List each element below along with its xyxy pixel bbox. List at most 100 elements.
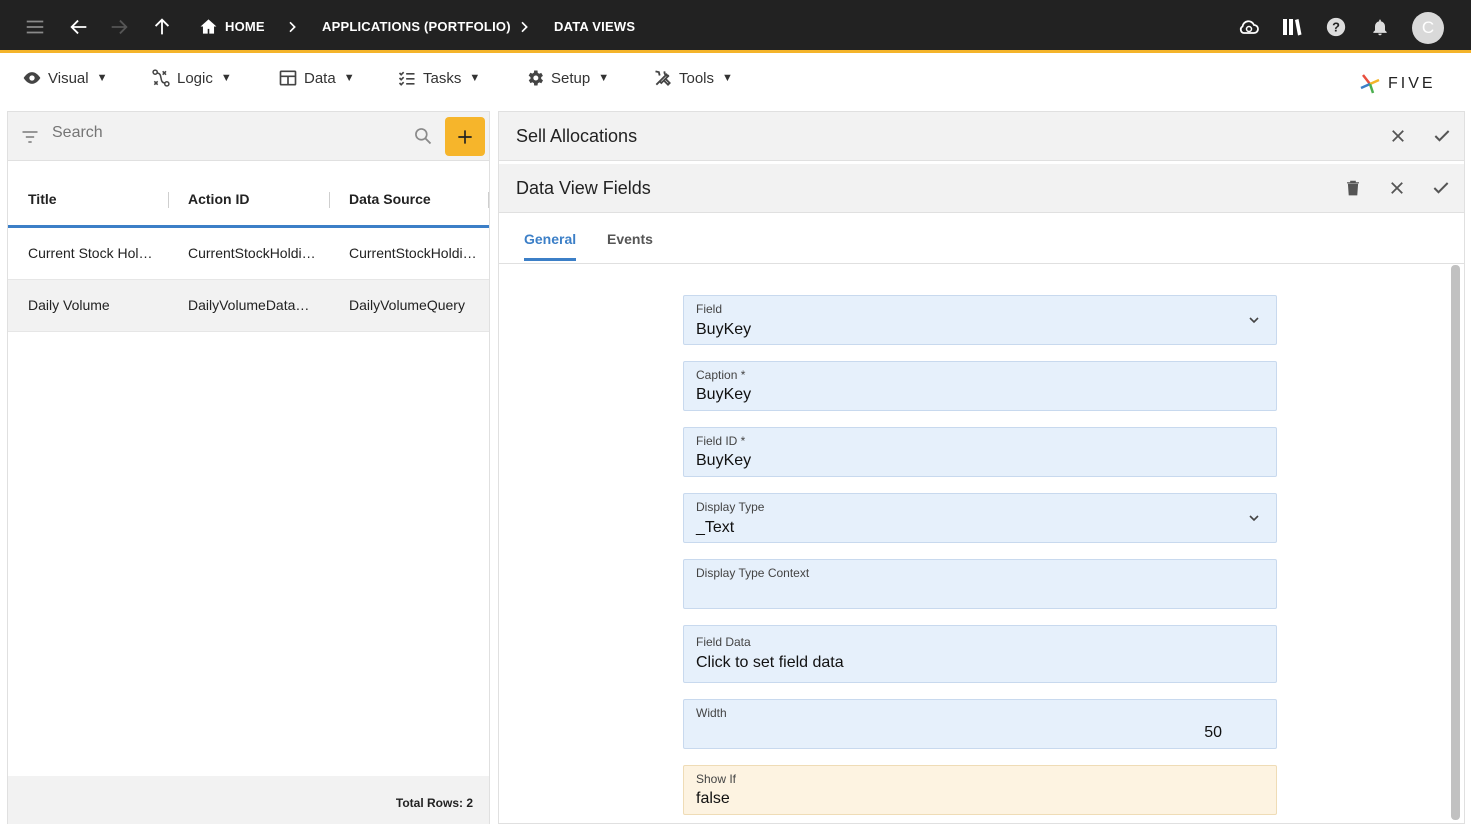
delete-icon[interactable] <box>1342 177 1364 199</box>
field-id-field[interactable]: Field ID * BuyKey <box>683 427 1277 477</box>
chevron-down-icon[interactable] <box>1246 312 1262 328</box>
search-icon[interactable] <box>413 126 433 146</box>
show-if-field[interactable]: Show If false <box>683 765 1277 815</box>
tools-icon <box>655 70 671 86</box>
logic-icon <box>152 69 170 87</box>
breadcrumb-data-views[interactable]: DATA VIEWS <box>554 0 635 53</box>
up-arrow-icon[interactable] <box>151 0 173 53</box>
add-record-button[interactable] <box>445 117 485 156</box>
menu-data[interactable]: Data ▼ <box>278 62 355 94</box>
library-icon[interactable] <box>1280 0 1304 53</box>
five-logo-text: FIVE <box>1388 75 1436 92</box>
display-type-context-field[interactable]: Display Type Context <box>683 559 1277 609</box>
caret-down-icon: ▼ <box>469 72 481 84</box>
breadcrumb-applications[interactable]: APPLICATIONS (PORTFOLIO) <box>322 0 511 53</box>
hamburger-menu-icon[interactable] <box>24 0 46 53</box>
caret-down-icon: ▼ <box>220 72 232 84</box>
cell-action-id: DailyVolumeDataView <box>188 297 318 313</box>
width-field[interactable]: Width 50 <box>683 699 1277 749</box>
check-icon[interactable] <box>1431 125 1453 147</box>
display-type-value: _Text <box>696 519 735 536</box>
cell-data-source: CurrentStockHoldings <box>349 245 479 261</box>
list-row[interactable]: Daily Volume DailyVolumeDataView DailyVo… <box>8 280 489 332</box>
menu-tasks-label: Tasks <box>423 69 462 87</box>
menu-setup-label: Setup <box>551 69 591 87</box>
field-select[interactable]: Field BuyKey <box>683 295 1277 345</box>
filter-icon[interactable] <box>20 127 40 147</box>
menu-visual-label: Visual <box>48 69 89 87</box>
active-tab-indicator <box>524 258 576 261</box>
caption-value: BuyKey <box>696 386 752 403</box>
column-header-data-source[interactable]: Data Source <box>349 191 431 207</box>
display-type-label: Display Type <box>696 500 765 514</box>
svg-text:?: ? <box>1332 19 1340 34</box>
form-tabs: General Events <box>499 214 1464 264</box>
menu-setup[interactable]: Setup ▼ <box>525 62 609 94</box>
show-if-label: Show If <box>696 772 737 786</box>
record-detail-panel: Sell Allocations Data View Fields Genera… <box>498 111 1465 824</box>
breadcrumb-home-label: HOME <box>225 19 265 34</box>
cloud-sync-icon[interactable] <box>1237 0 1261 53</box>
help-icon[interactable]: ? <box>1325 0 1347 53</box>
total-rows-label: Total Rows: 2 <box>395 796 473 810</box>
user-avatar[interactable]: C <box>1412 12 1444 44</box>
menu-logic[interactable]: Logic ▼ <box>151 62 232 94</box>
cell-title: Current Stock Holdings <box>28 245 160 261</box>
chevron-right-icon <box>284 0 300 53</box>
menu-visual[interactable]: Visual ▼ <box>22 62 107 94</box>
search-input[interactable] <box>52 124 392 142</box>
field-data-value: Click to set field data <box>696 654 844 671</box>
tasks-icon <box>398 71 415 86</box>
chevron-down-icon[interactable] <box>1246 510 1262 526</box>
back-arrow-icon[interactable] <box>68 0 90 53</box>
check-icon[interactable] <box>1430 177 1452 199</box>
tab-events[interactable]: Events <box>607 231 653 247</box>
forward-arrow-icon[interactable] <box>108 0 130 53</box>
caption-label: Caption * <box>696 368 746 382</box>
list-footer: Total Rows: 2 <box>8 776 489 824</box>
column-header-title[interactable]: Title <box>28 191 57 207</box>
menu-tools-label: Tools <box>679 69 715 87</box>
close-icon[interactable] <box>1387 125 1409 147</box>
parent-record-header: Sell Allocations <box>499 112 1464 161</box>
field-value: BuyKey <box>696 321 752 338</box>
list-row[interactable]: Current Stock Holdings CurrentStockHoldi… <box>8 228 489 280</box>
five-logo: FIVE <box>1358 71 1436 97</box>
breadcrumb-home[interactable]: HOME <box>199 0 265 53</box>
form-scrollbar[interactable] <box>1451 265 1460 820</box>
tab-general[interactable]: General <box>524 231 576 247</box>
parent-record-title: Sell Allocations <box>516 126 638 146</box>
field-id-label: Field ID * <box>696 434 746 448</box>
cell-title: Daily Volume <box>28 297 110 313</box>
chevron-right-icon <box>516 0 532 53</box>
display-type-select[interactable]: Display Type _Text <box>683 493 1277 543</box>
table-icon <box>279 70 297 86</box>
display-type-context-label: Display Type Context <box>696 566 810 580</box>
field-data-button[interactable]: Field Data Click to set field data <box>683 625 1277 683</box>
menu-data-label: Data <box>304 69 336 87</box>
menu-tasks[interactable]: Tasks ▼ <box>397 62 480 94</box>
gear-icon <box>528 70 543 86</box>
form-title: Data View Fields <box>516 178 651 198</box>
breadcrumb-data-views-label: DATA VIEWS <box>554 19 636 34</box>
field-data-label: Field Data <box>696 635 751 649</box>
column-divider[interactable] <box>488 192 489 208</box>
top-app-bar: HOME APPLICATIONS (PORTFOLIO) DATA VIEWS… <box>0 0 1471 53</box>
close-icon[interactable] <box>1386 177 1408 199</box>
menu-logic-label: Logic <box>177 69 213 87</box>
eye-icon <box>23 72 41 84</box>
list-header: Title Action ID Data Source <box>8 172 489 228</box>
caption-field[interactable]: Caption * BuyKey <box>683 361 1277 411</box>
column-header-action-id[interactable]: Action ID <box>188 191 249 207</box>
five-logo-icon <box>1360 74 1380 94</box>
show-if-value: false <box>696 790 730 807</box>
cell-action-id: CurrentStockHoldings <box>188 245 318 261</box>
form-header: Data View Fields <box>499 164 1464 213</box>
caret-down-icon: ▼ <box>96 72 108 84</box>
menu-tools[interactable]: Tools ▼ <box>653 62 733 94</box>
notifications-bell-icon[interactable] <box>1370 0 1390 53</box>
column-divider[interactable] <box>168 192 169 208</box>
column-divider[interactable] <box>329 192 330 208</box>
main-menu-bar: Visual ▼ Logic ▼ Data ▼ Tasks ▼ Setup ▼ Tools… <box>0 56 1471 110</box>
width-label: Width <box>696 706 727 720</box>
